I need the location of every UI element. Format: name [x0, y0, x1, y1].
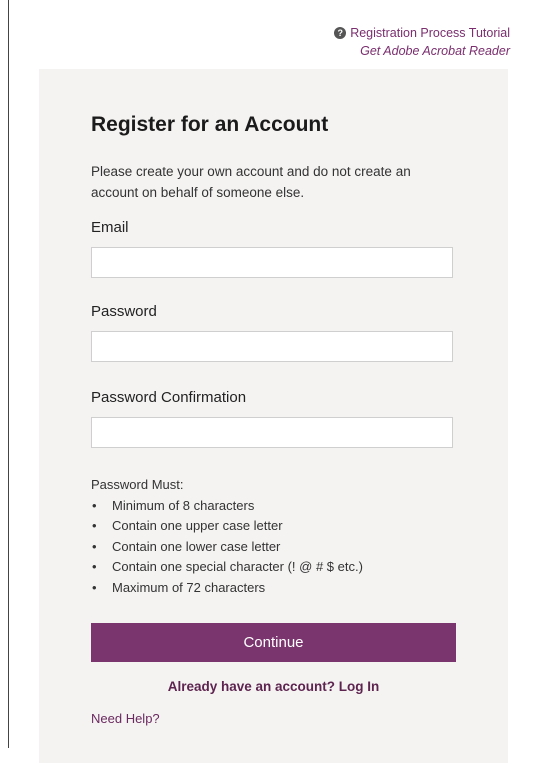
registration-panel: Register for an Account Please create yo… — [39, 69, 508, 763]
adobe-acrobat-link[interactable]: Get Adobe Acrobat Reader — [360, 42, 510, 60]
password-rule-item: Contain one special character (! @ # $ e… — [91, 557, 363, 578]
password-field[interactable] — [91, 331, 453, 362]
password-confirmation-label: Password Confirmation — [91, 389, 247, 406]
email-label: Email — [91, 219, 129, 236]
page-title: Register for an Account — [91, 113, 329, 136]
login-link[interactable]: Already have an account? Log In — [91, 679, 456, 694]
password-rule-item: Contain one lower case letter — [91, 537, 363, 558]
password-rule-item: Contain one upper case letter — [91, 516, 363, 537]
intro-text: Please create your own account and do no… — [91, 164, 411, 200]
question-circle-icon: ? — [334, 27, 347, 39]
password-rule-item: Minimum of 8 characters — [91, 496, 363, 517]
password-confirmation-field[interactable] — [91, 417, 453, 448]
password-rules-list: Minimum of 8 characters Contain one uppe… — [91, 496, 363, 599]
password-rules-heading: Password Must: — [91, 477, 184, 492]
password-rule-item: Maximum of 72 characters — [91, 578, 363, 599]
continue-button[interactable]: Continue — [91, 623, 456, 662]
top-links: ? Registration Process Tutorial Get Adob… — [334, 24, 510, 60]
password-rules: Password Must: Minimum of 8 characters C… — [91, 475, 363, 598]
password-label: Password — [91, 303, 157, 320]
need-help-link[interactable]: Need Help? — [91, 711, 160, 726]
registration-page: ? Registration Process Tutorial Get Adob… — [0, 0, 546, 771]
tutorial-link-row[interactable]: ? Registration Process Tutorial — [334, 24, 510, 42]
registration-tutorial-link[interactable]: Registration Process Tutorial — [350, 24, 510, 42]
left-divider — [8, 0, 9, 748]
email-field[interactable] — [91, 247, 453, 278]
